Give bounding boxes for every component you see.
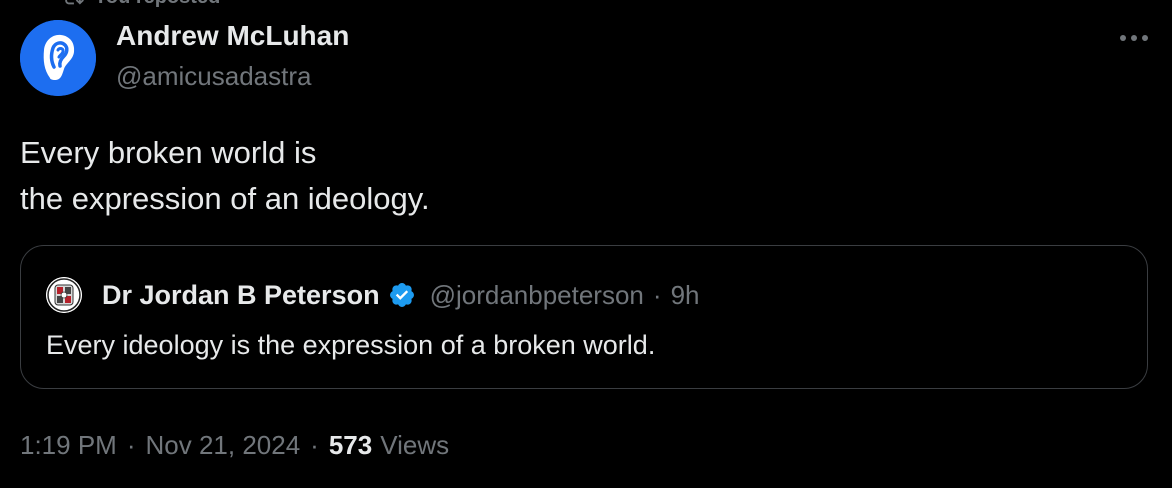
quoted-post-text: Every ideology is the expression of a br… [46,330,656,360]
more-horizontal-icon [1120,35,1148,41]
separator-dot: · [652,279,662,310]
ear-logo-icon [20,20,96,96]
post-text: Every broken world is the expression of … [20,130,430,222]
verified-badge-icon [388,281,416,309]
author-handle[interactable]: @amicusadastra [116,61,311,92]
post-text-line: Every broken world is [20,135,317,170]
quoted-author-avatar[interactable] [46,277,82,313]
quoted-post-time[interactable]: 9h [671,280,700,311]
separator-dot: · [310,429,319,460]
post-metadata: 1:19 PM · Nov 21, 2024 · 573 Views [20,428,449,462]
repost-label: You reposted [94,0,220,9]
post-text-line: the expression of an ideology. [20,181,430,216]
post-date[interactable]: Nov 21, 2024 [146,430,301,461]
separator-dot: · [126,429,136,460]
crest-avatar-icon [46,277,82,313]
post-time[interactable]: 1:19 PM [20,430,117,461]
views-count: 573 [328,429,373,460]
views-label: Views [380,429,450,460]
author-avatar[interactable] [20,20,96,96]
quoted-author-handle[interactable]: @jordanbpeterson [430,280,644,311]
more-options-button[interactable] [1118,28,1150,48]
author-name[interactable]: Andrew McLuhan [116,20,349,52]
repost-icon [62,0,84,8]
quoted-post-header: Dr Jordan B Peterson @jordanbpeterson · … [46,277,699,313]
repost-indicator: You reposted [62,0,220,8]
quoted-post-card[interactable]: Dr Jordan B Peterson @jordanbpeterson · … [20,245,1148,389]
quoted-author-name[interactable]: Dr Jordan B Peterson [102,280,380,311]
